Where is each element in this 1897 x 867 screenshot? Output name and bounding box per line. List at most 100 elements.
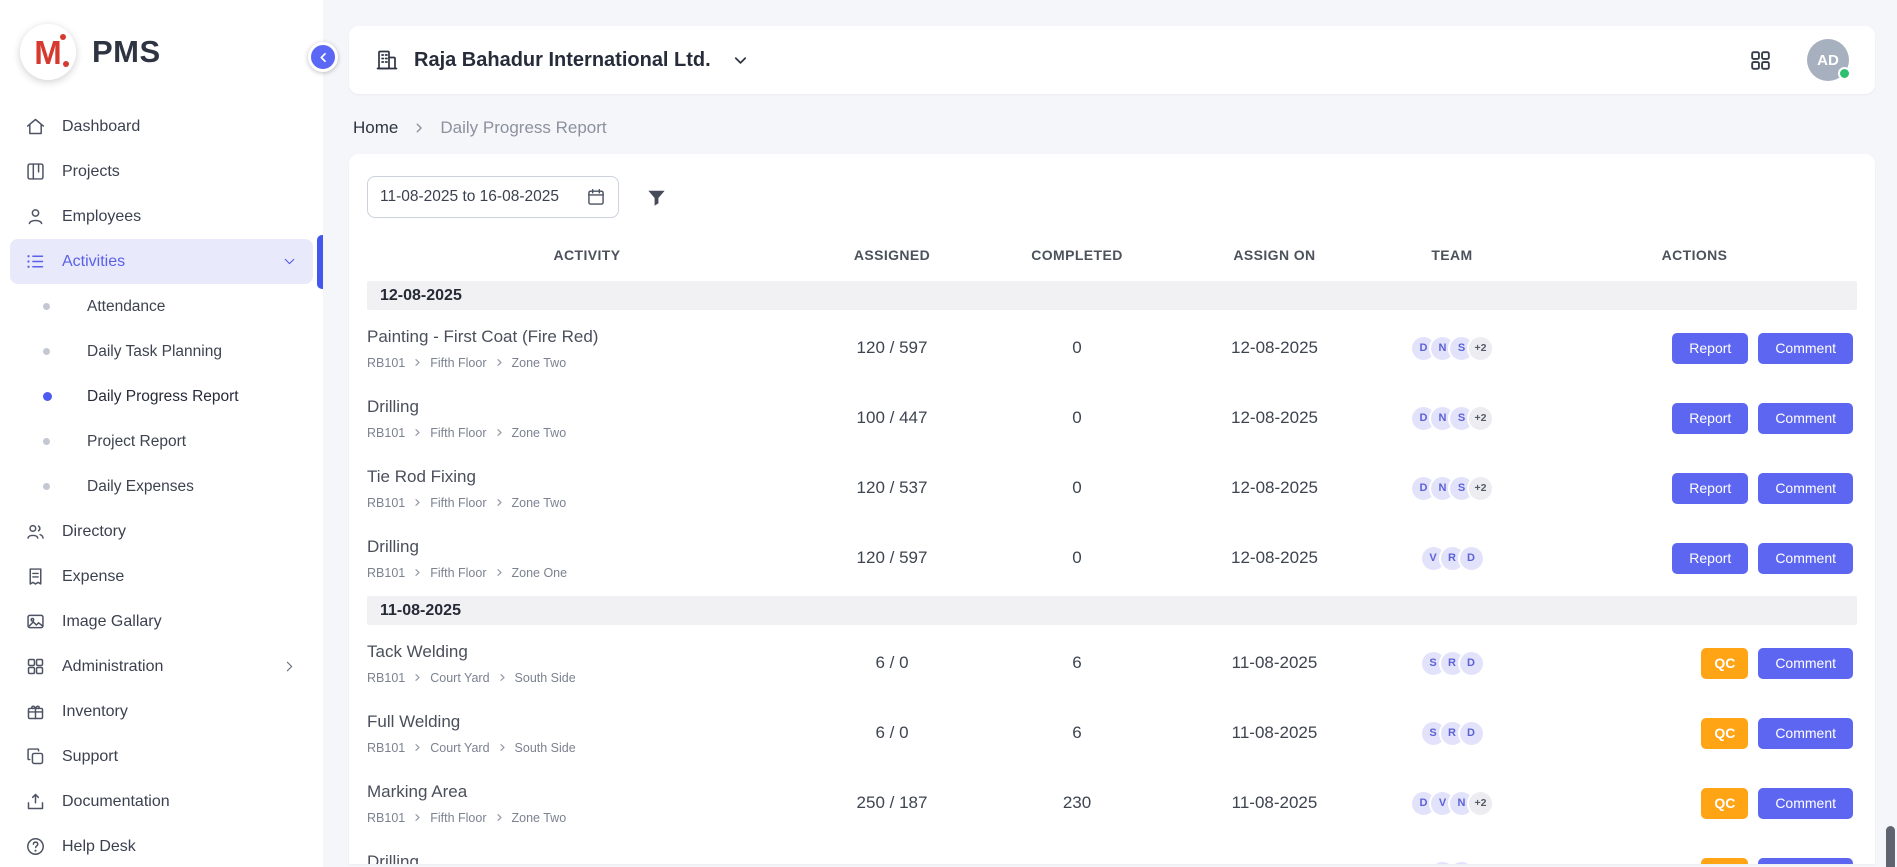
team-avatar[interactable]: D: [1458, 545, 1485, 572]
date-range-picker[interactable]: [367, 176, 619, 218]
sidebar-subitem-daily-task-planning[interactable]: Daily Task Planning: [10, 329, 313, 374]
path-chevron-icon: [413, 428, 422, 437]
activity-path: RB101Court YardSouth Side: [367, 671, 807, 685]
topbar-right: AD: [1748, 39, 1849, 81]
sidebar-item-support[interactable]: Support: [10, 734, 313, 779]
activity-cell: Painting - First Coat (Fire Red)RB101Fif…: [367, 327, 807, 370]
sidebar-item-help-desk[interactable]: Help Desk: [10, 824, 313, 867]
sidebar-subitem-daily-expenses[interactable]: Daily Expenses: [10, 464, 313, 509]
bullet-dot-icon: [43, 303, 50, 310]
date-range-input[interactable]: [380, 188, 578, 206]
sidebar-item-label: Support: [62, 748, 118, 766]
sidebar-item-label: Directory: [62, 523, 126, 541]
qc-button[interactable]: QC: [1701, 788, 1748, 819]
comment-button[interactable]: Comment: [1758, 718, 1853, 749]
sidebar-item-employees[interactable]: Employees: [10, 194, 313, 239]
team-avatar[interactable]: D: [1458, 720, 1485, 747]
path-chevron-icon: [413, 813, 422, 822]
report-button[interactable]: Report: [1672, 543, 1748, 574]
sidebar-item-dashboard[interactable]: Dashboard: [10, 104, 313, 149]
qc-button[interactable]: QC: [1701, 858, 1748, 865]
activity-cell: DrillingRB101Fifth FloorZone Two: [367, 852, 807, 865]
team-avatar[interactable]: D: [1458, 650, 1485, 677]
directory-icon: [25, 521, 46, 542]
completed-value: 0: [977, 478, 1177, 498]
row-actions: Report Comment: [1532, 403, 1857, 434]
sidebar-item-documentation[interactable]: Documentation: [10, 779, 313, 824]
team-avatars: SRD: [1372, 650, 1532, 677]
comment-button[interactable]: Comment: [1758, 473, 1853, 504]
report-button[interactable]: Report: [1672, 333, 1748, 364]
assigned-value: 120 / 447: [807, 863, 977, 864]
comment-button[interactable]: Comment: [1758, 648, 1853, 679]
team-extra-badge[interactable]: +2: [1467, 405, 1494, 432]
assigned-value: 120 / 537: [807, 478, 977, 498]
team-extra-badge[interactable]: +2: [1467, 335, 1494, 362]
sidebar-item-expense[interactable]: Expense: [10, 554, 313, 599]
path-segment: RB101: [367, 356, 405, 370]
comment-button[interactable]: Comment: [1758, 543, 1853, 574]
sidebar: M PMS DashboardProjectsEmployeesActiviti…: [0, 0, 323, 867]
main-content: Raja Bahadur International Ltd. AD Home …: [323, 0, 1897, 867]
path-chevron-icon: [413, 568, 422, 577]
activity-cell: Tie Rod FixingRB101Fifth FloorZone Two: [367, 467, 807, 510]
apps-grid-icon[interactable]: [1748, 48, 1773, 73]
logo-dot: [63, 61, 69, 67]
team-extra-badge[interactable]: +2: [1467, 475, 1494, 502]
comment-button[interactable]: Comment: [1758, 333, 1853, 364]
qc-button[interactable]: QC: [1701, 718, 1748, 749]
sidebar-item-administration[interactable]: Administration: [10, 644, 313, 689]
comment-button[interactable]: Comment: [1758, 403, 1853, 434]
sidebar-subitem-label: Attendance: [87, 298, 165, 316]
path-chevron-icon: [498, 743, 507, 752]
activity-title: Painting - First Coat (Fire Red): [367, 327, 807, 347]
sidebar-subitem-attendance[interactable]: Attendance: [10, 284, 313, 329]
assigned-value: 250 / 187: [807, 793, 977, 813]
sidebar-collapse-button[interactable]: [308, 42, 338, 72]
sidebar-item-activities[interactable]: Activities: [10, 239, 313, 284]
chevron-right-icon: [281, 658, 298, 675]
sidebar-subitem-label: Daily Task Planning: [87, 343, 222, 361]
activity-cell: Tack WeldingRB101Court YardSouth Side: [367, 642, 807, 685]
column-header-activity: ACTIVITY: [367, 247, 807, 263]
building-icon: [375, 48, 399, 72]
filter-icon[interactable]: [645, 186, 668, 209]
row-actions: QC Comment: [1532, 858, 1857, 865]
user-menu[interactable]: AD: [1807, 39, 1849, 81]
comment-button[interactable]: Comment: [1758, 858, 1853, 865]
breadcrumb: Home Daily Progress Report: [353, 118, 1875, 138]
assigned-value: 6 / 0: [807, 653, 977, 673]
comment-button[interactable]: Comment: [1758, 788, 1853, 819]
activity-path: RB101Court YardSouth Side: [367, 741, 807, 755]
completed-value: 0: [977, 338, 1177, 358]
sidebar-item-directory[interactable]: Directory: [10, 509, 313, 554]
assign-on-value: 11-08-2025: [1177, 723, 1372, 743]
team-extra-badge[interactable]: +2: [1467, 790, 1494, 817]
sidebar-subitem-daily-progress-report[interactable]: Daily Progress Report: [10, 374, 313, 419]
employees-icon: [25, 206, 46, 227]
path-segment: RB101: [367, 426, 405, 440]
path-chevron-icon: [498, 673, 507, 682]
path-segment: RB101: [367, 671, 405, 685]
sidebar-item-inventory[interactable]: Inventory: [10, 689, 313, 734]
sidebar-subitem-label: Daily Expenses: [87, 478, 194, 496]
sidebar-item-label: Help Desk: [62, 838, 136, 856]
qc-button[interactable]: QC: [1701, 648, 1748, 679]
assigned-value: 120 / 597: [807, 338, 977, 358]
vertical-scrollbar[interactable]: [1886, 826, 1895, 867]
path-segment: South Side: [515, 671, 576, 685]
sidebar-nav: DashboardProjectsEmployeesActivities Atte…: [10, 104, 313, 867]
sidebar-item-projects[interactable]: Projects: [10, 149, 313, 194]
column-header-completed: COMPLETED: [977, 247, 1177, 263]
company-selector[interactable]: Raja Bahadur International Ltd.: [375, 48, 750, 72]
team-avatar[interactable]: R: [1448, 860, 1475, 865]
assigned-value: 100 / 447: [807, 408, 977, 428]
sidebar-subitem-project-report[interactable]: Project Report: [10, 419, 313, 464]
sidebar-item-label: Expense: [62, 568, 124, 586]
report-button[interactable]: Report: [1672, 403, 1748, 434]
table-row: DrillingRB101Fifth FloorZone One120 / 59…: [367, 523, 1857, 593]
breadcrumb-home[interactable]: Home: [353, 118, 398, 138]
report-button[interactable]: Report: [1672, 473, 1748, 504]
sidebar-item-image-gallary[interactable]: Image Gallary: [10, 599, 313, 644]
activity-cell: DrillingRB101Fifth FloorZone Two: [367, 397, 807, 440]
